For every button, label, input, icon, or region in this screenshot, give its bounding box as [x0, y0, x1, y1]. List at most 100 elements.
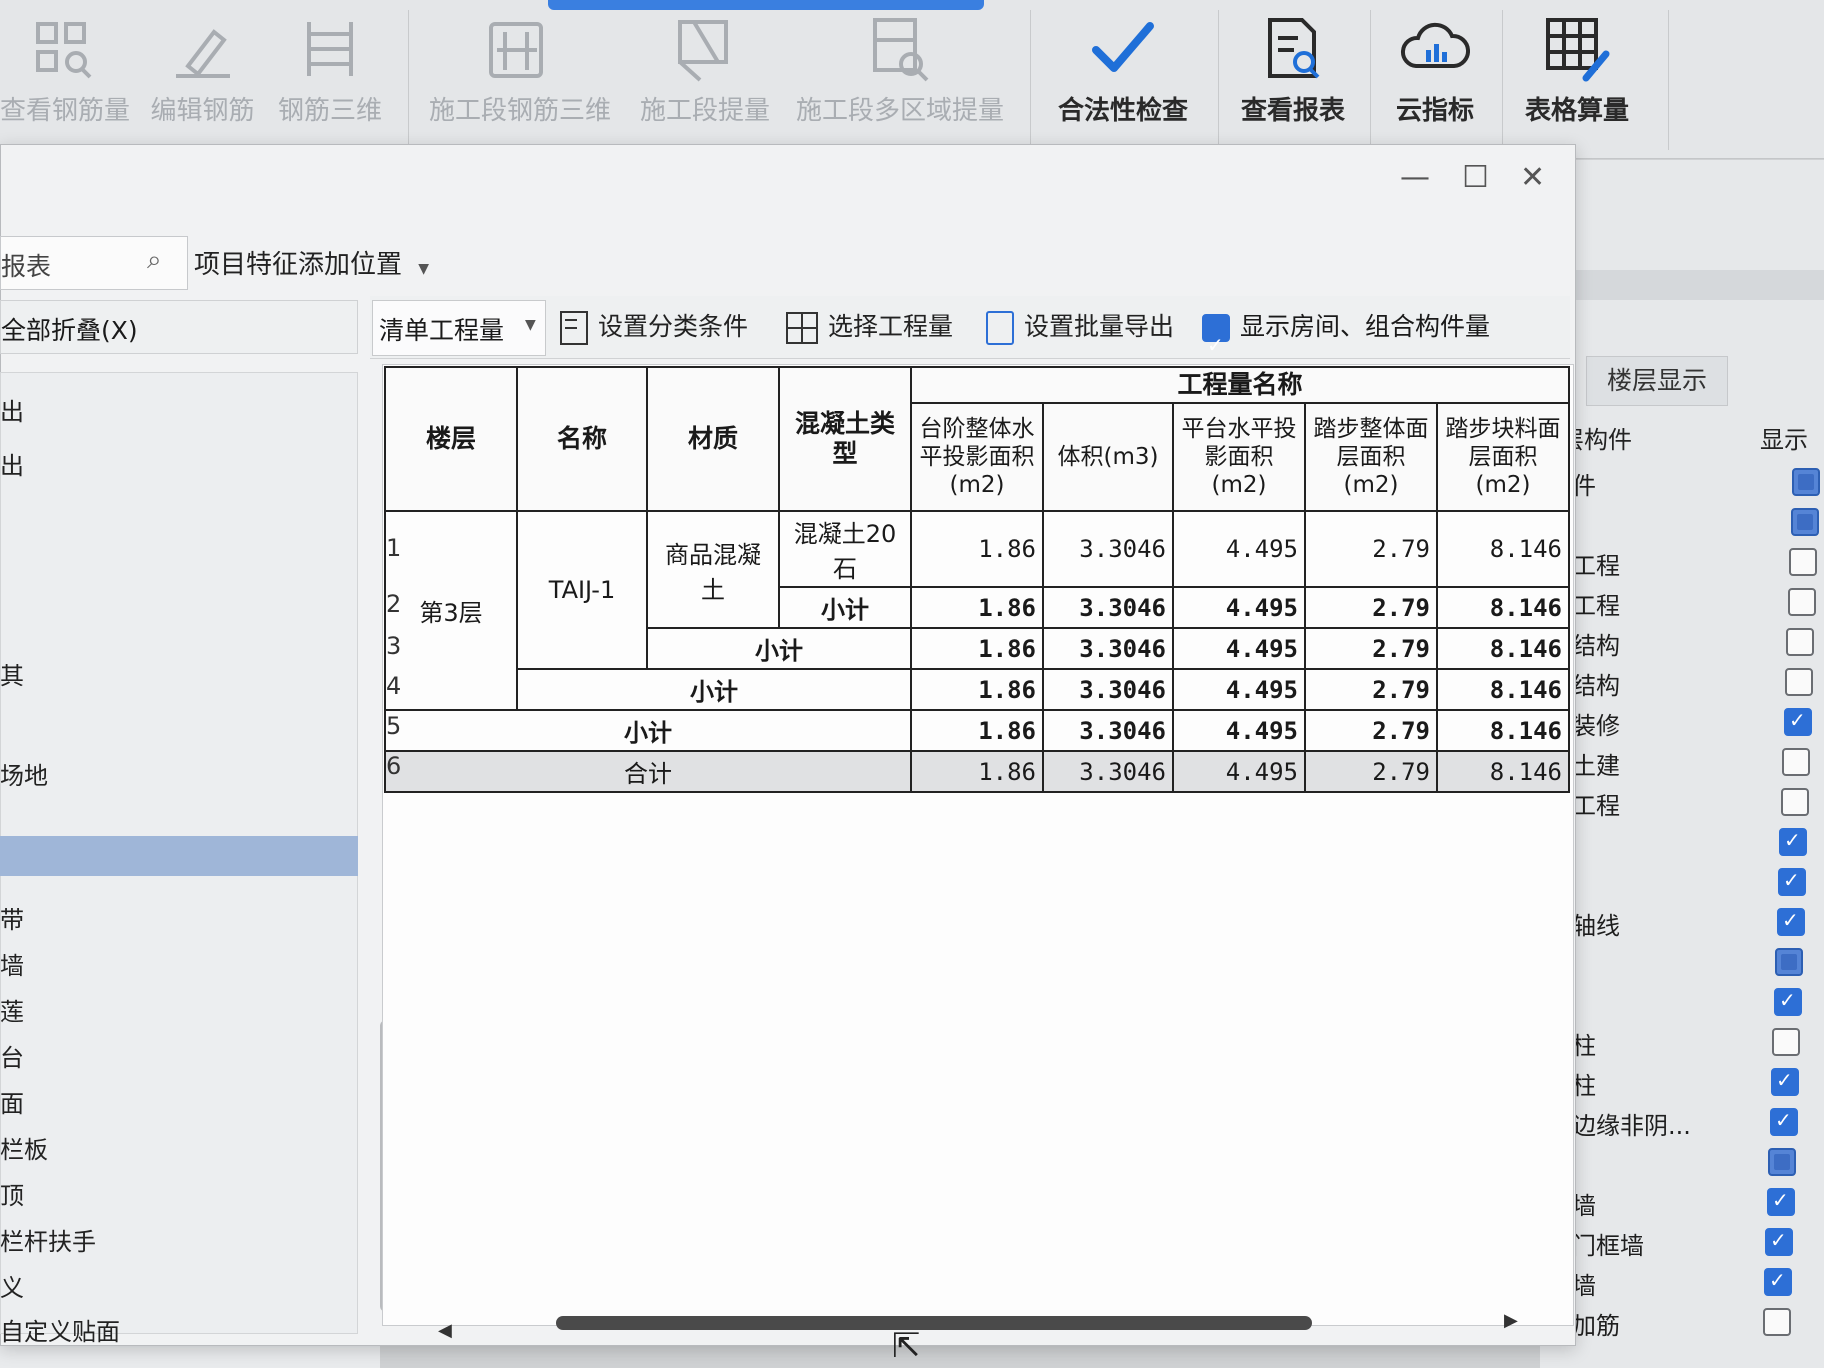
- layer-visibility-checkbox[interactable]: [1770, 1108, 1798, 1136]
- show-rooms-checkbox[interactable]: [1202, 314, 1230, 376]
- value-cell[interactable]: 2.79: [1304, 627, 1438, 670]
- layer-visibility-checkbox[interactable]: [1782, 748, 1810, 776]
- tree-item[interactable]: 墙: [0, 946, 24, 981]
- value-cell[interactable]: 2.79: [1304, 510, 1438, 588]
- value-cell[interactable]: 1.86: [910, 668, 1044, 711]
- layer-visibility-checkbox[interactable]: [1778, 868, 1806, 896]
- value-cell[interactable]: 1.86: [910, 586, 1044, 629]
- select-quantity-button[interactable]: 选择工程量: [786, 296, 953, 358]
- view-report-button[interactable]: 查看报表: [1228, 0, 1358, 150]
- layer-visibility-checkbox[interactable]: [1768, 1148, 1796, 1176]
- value-cell[interactable]: 4.495: [1172, 750, 1306, 793]
- header-floor[interactable]: 楼层: [384, 366, 518, 512]
- tree-item[interactable]: 栏杆扶手: [0, 1222, 96, 1257]
- tree-item[interactable]: 栏板: [0, 1130, 48, 1165]
- layer-visibility-checkbox[interactable]: [1789, 548, 1817, 576]
- tree-item[interactable]: 面: [0, 1084, 24, 1119]
- report-search-input[interactable]: 报表 ⌕: [0, 236, 188, 290]
- batch-export-button[interactable]: 设置批量导出: [986, 296, 1174, 358]
- horizontal-scrollbar[interactable]: [556, 1316, 1312, 1330]
- value-cell[interactable]: 8.146: [1436, 510, 1570, 588]
- value-cell[interactable]: 3.3046: [1042, 709, 1174, 752]
- value-cell[interactable]: 2.79: [1304, 709, 1438, 752]
- layer-visibility-checkbox[interactable]: [1772, 1028, 1800, 1056]
- value-cell[interactable]: 8.146: [1436, 627, 1570, 670]
- value-cell[interactable]: 1.86: [910, 750, 1044, 793]
- header-step-projection-area[interactable]: 台阶整体水平投影面积(m2): [910, 402, 1044, 512]
- value-cell[interactable]: 2.79: [1304, 750, 1438, 793]
- minimize-button[interactable]: —: [1400, 160, 1430, 195]
- search-icon[interactable]: ⌕: [147, 245, 162, 276]
- layer-visibility-checkbox[interactable]: [1792, 468, 1820, 496]
- value-cell[interactable]: 4.495: [1172, 668, 1306, 711]
- tree-item[interactable]: 台: [0, 1038, 24, 1073]
- tree-item[interactable]: 莲: [0, 992, 24, 1027]
- tree-item[interactable]: 其: [0, 656, 24, 691]
- table-row-total[interactable]: 合计 1.86 3.3046 4.495 2.79 8.146: [384, 750, 1570, 793]
- header-platform-projection-area[interactable]: 平台水平投影面积(m2): [1172, 402, 1306, 512]
- layer-visibility-checkbox[interactable]: [1784, 708, 1812, 736]
- tree-item[interactable]: 自定义贴面: [0, 1312, 120, 1347]
- table-quantity-button[interactable]: 表格算量: [1512, 0, 1642, 150]
- header-volume[interactable]: 体积(m3): [1042, 402, 1174, 512]
- value-cell[interactable]: 4.495: [1172, 627, 1306, 670]
- collapse-all-button[interactable]: 全部折叠(X): [0, 300, 358, 354]
- concrete-cell[interactable]: 混凝土20石: [778, 510, 912, 588]
- value-cell[interactable]: 2.79: [1304, 668, 1438, 711]
- rebar-3d-button[interactable]: 钢筋三维: [270, 0, 390, 150]
- cloud-index-button[interactable]: 云指标: [1380, 0, 1490, 150]
- tree-item[interactable]: 带: [0, 900, 24, 935]
- layer-visibility-checkbox[interactable]: [1791, 508, 1819, 536]
- layer-visibility-checkbox[interactable]: [1775, 948, 1803, 976]
- table-row[interactable]: 第3层 TAIJ-1 商品混凝土 混凝土20石 1.86 3.3046 4.49…: [384, 510, 1570, 711]
- floor-cell[interactable]: 第3层: [384, 510, 518, 711]
- report-tree-selected-row[interactable]: [0, 836, 358, 876]
- value-cell[interactable]: 4.495: [1172, 586, 1306, 629]
- quantity-mode-select[interactable]: 清单工程量 ▼: [372, 300, 546, 356]
- value-cell[interactable]: 3.3046: [1042, 586, 1174, 629]
- value-cell[interactable]: 8.146: [1436, 750, 1570, 793]
- header-concrete-type[interactable]: 混凝土类型: [778, 366, 912, 512]
- header-material[interactable]: 材质: [646, 366, 780, 512]
- value-cell[interactable]: 3.3046: [1042, 510, 1174, 588]
- value-cell[interactable]: 8.146: [1436, 709, 1570, 752]
- close-button[interactable]: ✕: [1520, 160, 1545, 195]
- header-name[interactable]: 名称: [516, 366, 648, 512]
- layer-visibility-checkbox[interactable]: [1774, 988, 1802, 1016]
- value-cell[interactable]: 2.79: [1304, 586, 1438, 629]
- segment-rebar-3d-button[interactable]: 施工段钢筋三维: [420, 0, 620, 150]
- segment-quantity-button[interactable]: 施工段提量: [630, 0, 780, 150]
- layer-visibility-checkbox[interactable]: [1779, 828, 1807, 856]
- tab-floor-display[interactable]: 楼层显示: [1586, 356, 1728, 406]
- value-cell[interactable]: 8.146: [1436, 668, 1570, 711]
- value-cell[interactable]: 3.3046: [1042, 668, 1174, 711]
- layer-visibility-checkbox[interactable]: [1764, 1268, 1792, 1296]
- layer-visibility-checkbox[interactable]: [1765, 1228, 1793, 1256]
- value-cell[interactable]: 4.495: [1172, 510, 1306, 588]
- value-cell[interactable]: 4.495: [1172, 709, 1306, 752]
- header-step-surface-area[interactable]: 踏步整体面层面积(m2): [1304, 402, 1438, 512]
- maximize-button[interactable]: ☐: [1462, 160, 1489, 195]
- layer-visibility-checkbox[interactable]: [1763, 1308, 1791, 1336]
- tree-item[interactable]: 出: [0, 392, 24, 427]
- feature-position-dropdown[interactable]: 项目特征添加位置 ▼: [194, 244, 429, 281]
- header-step-block-surface-area[interactable]: 踏步块料面层面积(m2): [1436, 402, 1570, 512]
- name-cell[interactable]: TAIJ-1: [516, 510, 648, 670]
- show-rooms-toggle[interactable]: 显示房间、组合构件量: [1202, 296, 1490, 376]
- value-cell[interactable]: 1.86: [910, 510, 1044, 588]
- multi-region-quantity-button[interactable]: 施工段多区域提量: [790, 0, 1010, 150]
- value-cell[interactable]: 3.3046: [1042, 750, 1174, 793]
- tree-item[interactable]: 出: [0, 446, 24, 481]
- table-row[interactable]: 小计 1.86 3.3046 4.495 2.79 8.146: [385, 668, 1570, 711]
- layer-visibility-checkbox[interactable]: [1786, 628, 1814, 656]
- value-cell[interactable]: 8.146: [1436, 586, 1570, 629]
- set-category-button[interactable]: 设置分类条件: [560, 296, 748, 358]
- layer-visibility-checkbox[interactable]: [1785, 668, 1813, 696]
- layer-visibility-checkbox[interactable]: [1777, 908, 1805, 936]
- table-row[interactable]: 小计 1.86 3.3046 4.495 2.79 8.146: [384, 709, 1570, 752]
- value-cell[interactable]: 3.3046: [1042, 627, 1174, 670]
- tree-item[interactable]: 场地: [0, 756, 48, 791]
- view-rebar-button[interactable]: 查看钢筋量: [0, 0, 130, 150]
- value-cell[interactable]: 1.86: [910, 709, 1044, 752]
- material-cell[interactable]: 商品混凝土: [646, 510, 780, 629]
